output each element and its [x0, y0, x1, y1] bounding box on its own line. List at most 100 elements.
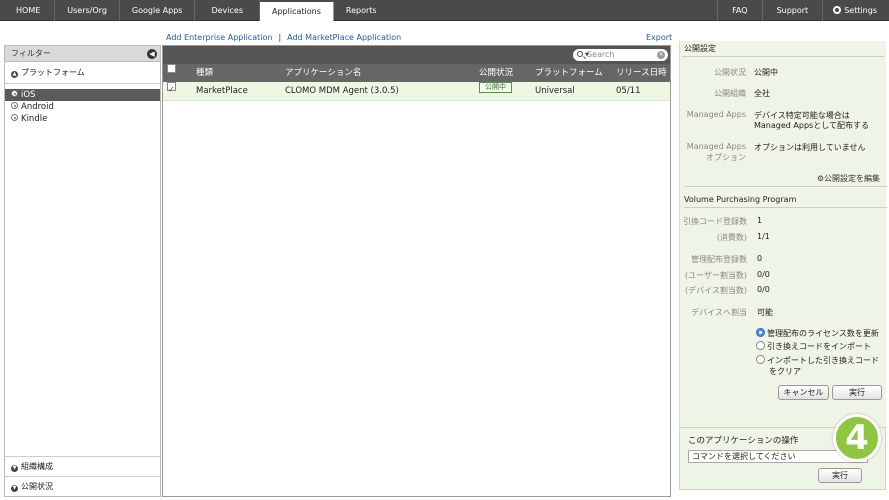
platform-label: iOS — [21, 90, 36, 100]
chevron-up-icon: ▲ — [11, 71, 18, 78]
filter-section-org-label: 組織構成 — [21, 462, 53, 471]
vpp-user-assign-value: 0/0 — [757, 270, 770, 279]
search-placeholder: Search — [587, 50, 615, 59]
filter-section-org[interactable]: ▼ 組織構成 — [5, 456, 160, 476]
platform-label: Android — [21, 102, 54, 112]
link-separator: | — [278, 33, 282, 42]
vpp-user-assign-label: (ユーザー割当数) — [684, 271, 747, 280]
collapse-left-icon[interactable]: ◀ — [147, 49, 157, 59]
filter-section-status-label: 公開状況 — [21, 482, 53, 491]
row-platform: Universal — [535, 86, 575, 96]
edit-publish-settings-label: 公開設定を編集 — [824, 174, 880, 183]
execute-button[interactable]: 実行 — [832, 385, 882, 400]
table-header: 種類 アプリケーション名 公開状況 プラットフォーム リリース日時 — [163, 64, 670, 82]
vpp-option-label-cont: をクリア — [769, 367, 801, 376]
col-release[interactable]: リリース日時 — [616, 64, 667, 82]
filter-panel: フィルター ◀ ▲ プラットフォーム iOS Android Kindle ▼ 組織… — [4, 45, 161, 497]
col-app-name[interactable]: アプリケーション名 — [285, 64, 361, 82]
vpp-redeem-value: 1 — [757, 216, 763, 225]
gear-icon: ⚙ — [816, 174, 824, 183]
clear-search-icon[interactable]: × — [657, 51, 665, 59]
managed-option-label-2: オプション — [706, 153, 746, 162]
nav-settings-label: Settings — [844, 6, 877, 15]
managed-option-label-1: Managed Apps — [686, 142, 746, 151]
nav-right: FAQ Support Settings — [717, 0, 889, 21]
vpp-option-update-license[interactable]: 管理配布のライセンス数を更新 — [756, 328, 879, 339]
col-platform[interactable]: プラットフォーム — [535, 64, 603, 82]
vpp-device-assign-label: (デバイス割当数) — [684, 286, 747, 295]
nav-applications[interactable]: Applications — [260, 2, 334, 21]
caret-down-icon: ▼ — [585, 52, 589, 58]
top-nav-bar: HOME Users/Org Google Apps Devices Appli… — [0, 0, 889, 21]
row-release: 05/11 — [616, 86, 641, 96]
add-app-links: Add Enterprise Application | Add MarketPla… — [166, 33, 401, 42]
add-marketplace-link[interactable]: Add MarketPlace Application — [287, 33, 401, 42]
add-enterprise-link[interactable]: Add Enterprise Application — [166, 33, 272, 42]
application-table-panel: ▼ Search × 種類 アプリケーション名 公開状況 プラットフォーム リリ… — [162, 45, 671, 497]
managed-option-value: オプションは利用していません — [754, 143, 866, 152]
nav-support[interactable]: Support — [761, 0, 823, 21]
nav-google-apps[interactable]: Google Apps — [120, 0, 196, 21]
publish-org-label: 公開組織 — [714, 89, 746, 98]
vpp-managed-dist-label: 管理配布登録数 — [691, 255, 747, 264]
divider — [684, 207, 887, 208]
search-input[interactable]: ▼ Search × — [573, 49, 668, 61]
row-checkbox[interactable] — [167, 81, 176, 99]
nav-devices[interactable]: Devices — [195, 0, 260, 21]
radio-icon — [756, 355, 765, 364]
search-icon — [577, 51, 583, 57]
select-all-checkbox[interactable] — [167, 64, 176, 73]
divider — [684, 186, 887, 187]
step-number-badge: 4 — [833, 414, 881, 462]
row-app-name: CLOMO MDM Agent (3.0.5) — [285, 86, 399, 96]
nav-users-org[interactable]: Users/Org — [55, 0, 120, 21]
vpp-option-label: 管理配布のライセンス数を更新 — [767, 329, 879, 338]
managed-apps-label: Managed Apps — [686, 110, 746, 119]
nav-reports[interactable]: Reports — [334, 0, 389, 21]
chevron-down-icon: ▼ — [11, 465, 18, 472]
table-row[interactable]: MarketPlace CLOMO MDM Agent (3.0.5) 公開中 … — [163, 81, 670, 101]
vpp-option-clear-imported[interactable]: インポートした引き換えコード をクリア — [756, 355, 879, 377]
status-badge: 公開中 — [479, 82, 512, 93]
vpp-option-label: インポートした引き換えコード — [767, 356, 879, 365]
vpp-device-alloc-value: 可能 — [757, 308, 773, 317]
row-type: MarketPlace — [196, 86, 248, 96]
divider — [682, 56, 884, 57]
vpp-option-import-code[interactable]: 引き換えコードをインポート — [756, 341, 871, 352]
gear-icon — [833, 6, 842, 14]
command-execute-button[interactable]: 実行 — [818, 468, 862, 483]
nav-left: HOME Users/Org Google Apps Devices Appli… — [0, 0, 389, 21]
vpp-device-assign-value: 0/0 — [757, 285, 770, 294]
filter-section-status[interactable]: ▼ 公開状況 — [5, 476, 160, 496]
nav-faq[interactable]: FAQ — [717, 0, 762, 21]
edit-publish-settings-link[interactable]: ⚙公開設定を編集 — [817, 173, 880, 184]
platform-item-kindle[interactable]: Kindle — [5, 113, 160, 125]
platform-item-android[interactable]: Android — [5, 101, 160, 113]
app-action-title: このアプリケーションの操作 — [688, 436, 799, 446]
nav-home[interactable]: HOME — [0, 0, 56, 21]
filter-title: フィルター — [11, 49, 51, 58]
radio-icon — [11, 114, 18, 121]
vpp-option-label: 引き換えコードをインポート — [767, 342, 871, 351]
publish-status-label: 公開状況 — [714, 68, 746, 77]
vpp-redeem-label: 引換コード登録数 — [683, 217, 747, 226]
cancel-button[interactable]: キャンセル — [778, 385, 829, 400]
platform-label: Kindle — [21, 114, 48, 124]
col-status[interactable]: 公開状況 — [479, 64, 513, 82]
filter-section-platform[interactable]: ▲ プラットフォーム — [5, 62, 160, 84]
managed-apps-value-2: Managed Appsとして配布する — [754, 121, 869, 130]
vpp-consumed-label: (消費数) — [716, 233, 747, 242]
vpp-device-alloc-label: デバイスへ割当 — [691, 308, 747, 317]
filter-section-platform-label: プラットフォーム — [21, 68, 85, 77]
chevron-down-icon: ▼ — [11, 485, 18, 492]
radio-icon — [756, 341, 765, 350]
publish-settings-title: 公開設定 — [684, 44, 716, 53]
vpp-consumed-value: 1/1 — [757, 232, 770, 241]
nav-settings[interactable]: Settings — [822, 0, 889, 21]
filter-header: フィルター ◀ — [5, 46, 160, 62]
platform-list: iOS Android Kindle — [5, 84, 160, 125]
platform-item-ios[interactable]: iOS — [5, 89, 160, 101]
settings-panel: 公開設定 公開状況 公開中 公開組織 全社 Managed Apps デバイス特… — [679, 41, 887, 458]
export-link[interactable]: Export — [646, 33, 672, 42]
col-type[interactable]: 種類 — [196, 64, 213, 82]
